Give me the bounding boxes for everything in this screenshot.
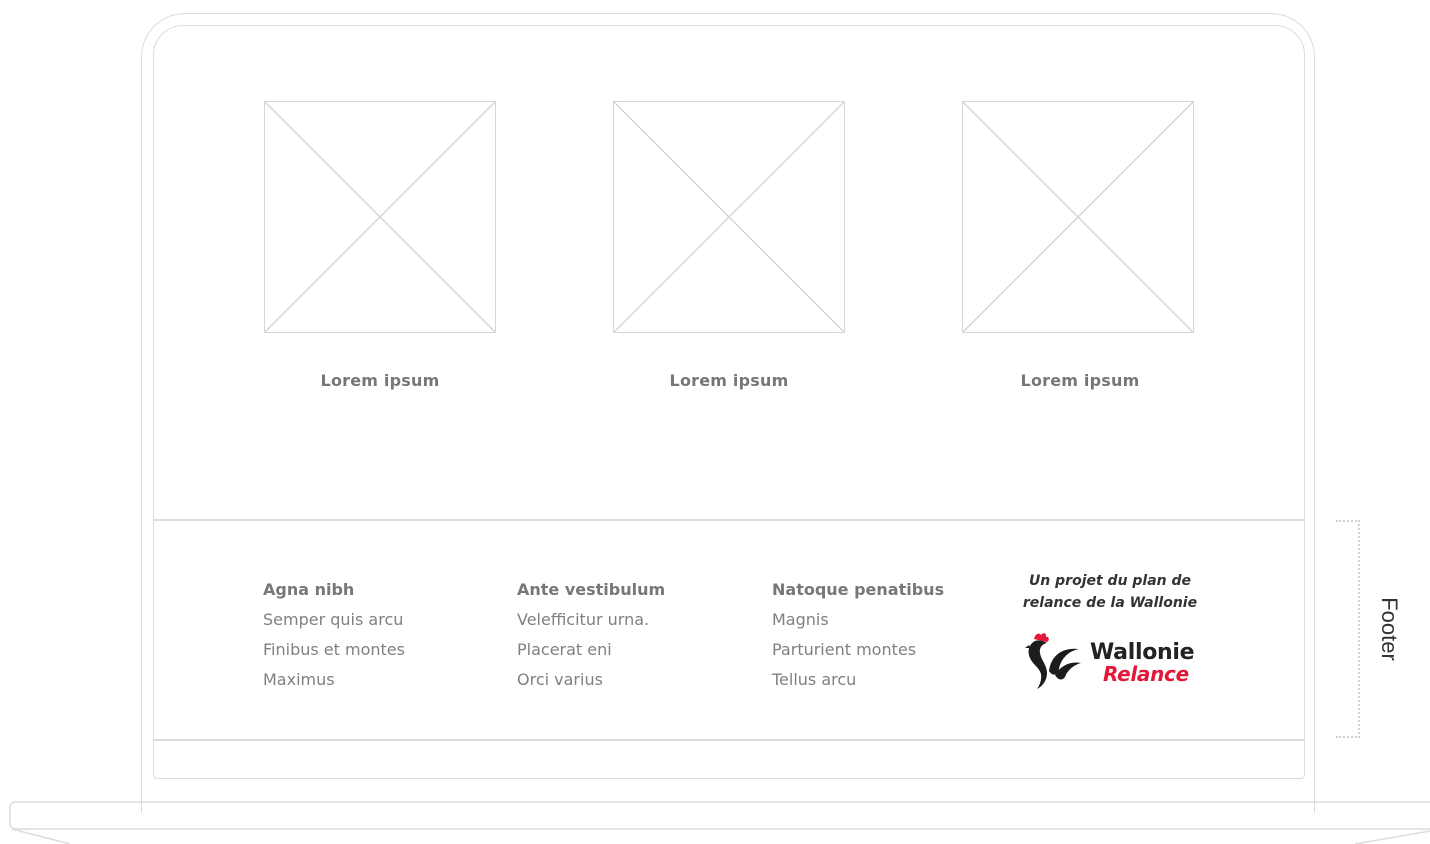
footer-column-2: Ante vestibulum Velefficitur urna. Place… <box>517 575 665 695</box>
laptop-base <box>9 801 1430 844</box>
card-1[interactable]: Lorem ipsum <box>264 101 496 390</box>
card-2[interactable]: Lorem ipsum <box>613 101 845 390</box>
footer-annotation-label: Footer <box>1377 597 1402 661</box>
rooster-icon[interactable] <box>1025 631 1083 691</box>
footer-link[interactable]: Maximus <box>263 665 405 695</box>
footer-column-heading: Agna nibh <box>263 580 355 599</box>
footer-link[interactable]: Semper quis arcu <box>263 605 405 635</box>
card-title: Lorem ipsum <box>669 371 789 390</box>
footer-link[interactable]: Placerat eni <box>517 635 665 665</box>
footer-link[interactable]: Tellus arcu <box>772 665 944 695</box>
footer-link[interactable]: Velefficitur urna. <box>517 605 665 635</box>
card-title: Lorem ipsum <box>320 371 440 390</box>
card-3[interactable]: Lorem ipsum <box>962 101 1194 390</box>
footer-link[interactable]: Parturient montes <box>772 635 944 665</box>
image-placeholder-icon <box>264 101 496 333</box>
footer-link[interactable]: Orci varius <box>517 665 665 695</box>
promo-block: Un projet du plan de relance de la Wallo… <box>1010 570 1210 614</box>
footer-column-heading: Ante vestibulum <box>517 580 666 599</box>
promo-line-2: relance de la Wallonie <box>1022 595 1198 611</box>
promo-line-1: Un projet du plan de <box>1028 573 1192 589</box>
footer-divider-bottom <box>153 739 1305 741</box>
card-title: Lorem ipsum <box>1020 371 1140 390</box>
brand-name-secondary: Relance <box>1103 662 1189 686</box>
footer-link[interactable]: Finibus et montes <box>263 635 405 665</box>
footer-divider-top <box>153 519 1305 521</box>
footer-link[interactable]: Magnis <box>772 605 944 635</box>
image-placeholder-icon <box>962 101 1194 333</box>
footer-column-heading: Natoque penatibus <box>772 580 945 599</box>
footer-column-1: Agna nibh Semper quis arcu Finibus et mo… <box>263 575 405 695</box>
image-placeholder-icon <box>613 101 845 333</box>
footer-column-3: Natoque penatibus Magnis Parturient mont… <box>772 575 944 695</box>
footer-bracket <box>1336 520 1360 738</box>
